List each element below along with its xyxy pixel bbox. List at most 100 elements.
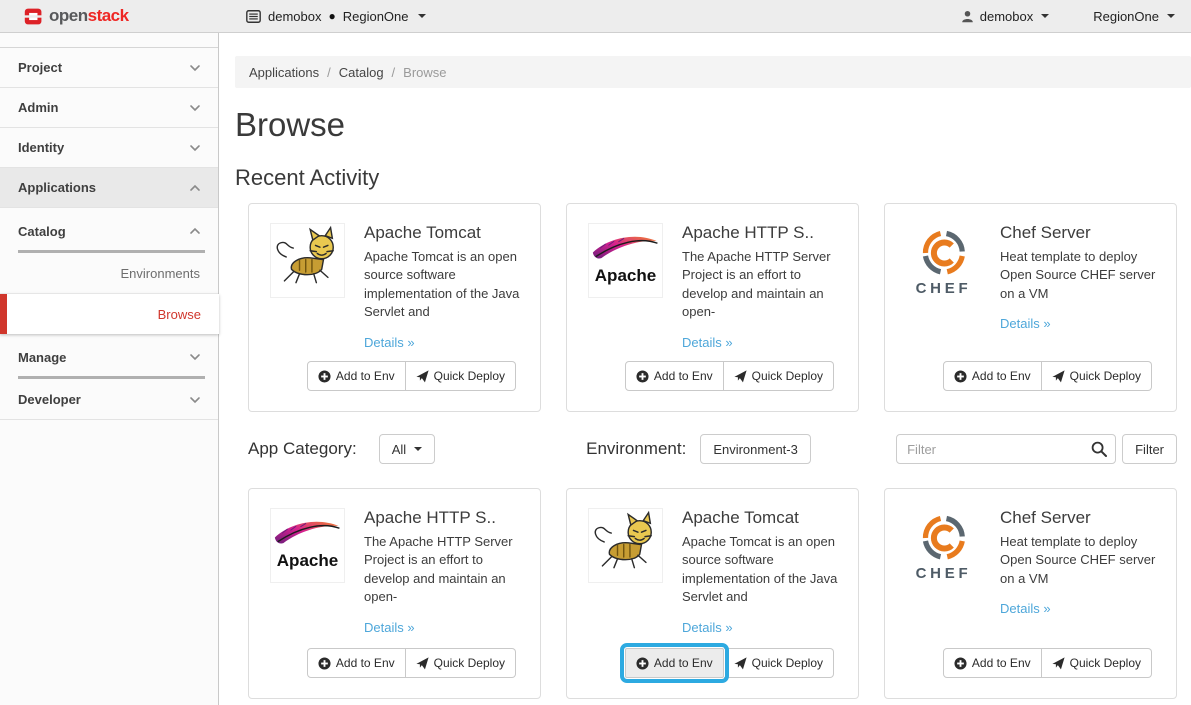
plus-circle-icon [318,370,331,383]
recent-activity-grid: Apache Tomcat Apache Tomcat is an open s… [248,203,1191,412]
logo-text-open: open [49,6,88,25]
paper-plane-icon [1052,370,1065,383]
logo-text-stack: stack [88,6,129,25]
svg-text:CHEF: CHEF [916,280,972,297]
app-category-dropdown[interactable]: All [379,434,435,464]
paper-plane-icon [734,657,747,670]
app-title: Apache Tomcat [364,223,524,243]
details-link[interactable]: Details » [364,620,415,635]
tomcat-logo [270,223,345,298]
details-link[interactable]: Details » [1000,601,1051,616]
plus-circle-icon [636,370,649,383]
chef-logo: CHEF [906,223,981,298]
add-to-env-button[interactable]: Add to Env [307,361,406,391]
app-description: The Apache HTTP Server Project is an eff… [682,248,842,322]
chevron-down-icon [189,353,201,361]
quick-deploy-button[interactable]: Quick Deploy [406,648,516,678]
chevron-up-icon [189,227,201,235]
quick-deploy-button[interactable]: Quick Deploy [406,361,516,391]
sidebar-item-identity[interactable]: Identity [0,128,218,168]
card-actions: Add to Env Quick Deploy [625,361,834,391]
search-icon [1091,441,1107,457]
details-link[interactable]: Details » [1000,316,1051,331]
chevron-up-icon [189,184,201,192]
sidebar-item-browse[interactable]: Browse [0,294,219,334]
plus-circle-icon [954,370,967,383]
sidebar-item-environments[interactable]: Environments [0,254,218,294]
app-title: Apache Tomcat [682,508,842,528]
app-description: The Apache HTTP Server Project is an eff… [364,533,524,607]
sidebar-item-manage[interactable]: Manage [0,334,218,380]
environment-label: Environment: [586,439,686,459]
paper-plane-icon [416,370,429,383]
app-description: Heat template to deploy Open Source CHEF… [1000,533,1160,588]
quick-deploy-button[interactable]: Quick Deploy [724,361,834,391]
user-menu-label: demobox [980,9,1033,24]
chevron-down-icon [189,396,201,404]
app-title: Apache HTTP S.. [364,508,524,528]
openstack-box-icon [24,7,43,26]
breadcrumb-catalog[interactable]: Catalog [339,65,384,80]
app-description: Apache Tomcat is an open source software… [364,248,524,322]
add-to-env-button[interactable]: Add to Env [943,648,1042,678]
chevron-down-icon [1041,14,1049,18]
chevron-down-icon [418,14,426,18]
context-region-label: RegionOne [343,9,409,24]
svg-text:Apache: Apache [595,265,656,284]
card-actions: Add to Env Quick Deploy [943,361,1152,391]
apache-feather-logo: Apache [588,223,663,298]
app-card: Apache Tomcat Apache Tomcat is an open s… [248,203,541,412]
plus-circle-icon [636,657,649,670]
sidebar: Project Admin Identity Applications Cata… [0,33,219,705]
plus-circle-icon [318,657,331,670]
breadcrumb-applications[interactable]: Applications [249,65,319,80]
sidebar-spacer [0,33,218,48]
region-menu-label: RegionOne [1093,9,1159,24]
app-description: Apache Tomcat is an open source software… [682,533,842,607]
app-card: Apache Apache HTTP S.. The Apache HTTP S… [566,203,859,412]
details-link[interactable]: Details » [364,335,415,350]
details-link[interactable]: Details » [682,620,733,635]
tomcat-logo [588,508,663,583]
chevron-down-icon [189,104,201,112]
add-to-env-button-highlighted[interactable]: Add to Env [625,648,724,678]
add-to-env-button[interactable]: Add to Env [307,648,406,678]
region-menu[interactable]: RegionOne [1093,9,1175,24]
chef-logo: CHEF [906,508,981,583]
breadcrumb: Applications / Catalog / Browse [235,56,1191,88]
breadcrumb-browse: Browse [403,65,446,80]
filter-submit-button[interactable]: Filter [1122,434,1177,464]
app-card: CHEF Chef Server Heat template to deploy… [884,488,1177,699]
details-link[interactable]: Details » [682,335,733,350]
navbar-right: demobox RegionOne [961,9,1191,24]
sidebar-item-catalog[interactable]: Catalog [0,208,218,254]
openstack-logo: openstack [0,6,219,26]
app-description: Heat template to deploy Open Source CHEF… [1000,248,1160,303]
paper-plane-icon [734,370,747,383]
context-project-label: demobox [268,9,321,24]
filter-search-input[interactable] [896,434,1116,464]
filter-search [896,434,1116,464]
card-actions: Add to Env Quick Deploy [625,648,834,678]
quick-deploy-button[interactable]: Quick Deploy [1042,648,1152,678]
project-region-switcher[interactable]: demobox ● RegionOne [219,9,426,24]
app-title: Chef Server [1000,508,1160,528]
quick-deploy-button[interactable]: Quick Deploy [1042,361,1152,391]
quick-deploy-button[interactable]: Quick Deploy [724,648,834,678]
environment-select-button[interactable]: Environment-3 [700,434,811,464]
sidebar-item-developer[interactable]: Developer [0,380,218,420]
context-separator-dot: ● [328,9,335,23]
sidebar-item-project[interactable]: Project [0,48,218,88]
add-to-env-button[interactable]: Add to Env [943,361,1042,391]
card-actions: Add to Env Quick Deploy [307,361,516,391]
add-to-env-button[interactable]: Add to Env [625,361,724,391]
user-menu[interactable]: demobox [961,9,1049,24]
sidebar-item-admin[interactable]: Admin [0,88,218,128]
plus-circle-icon [954,657,967,670]
chevron-down-icon [414,447,422,451]
apache-feather-logo: Apache [270,508,345,583]
card-actions: Add to Env Quick Deploy [943,648,1152,678]
sidebar-item-applications[interactable]: Applications [0,168,218,208]
app-card: Apache Tomcat Apache Tomcat is an open s… [566,488,859,699]
app-title: Apache HTTP S.. [682,223,842,243]
